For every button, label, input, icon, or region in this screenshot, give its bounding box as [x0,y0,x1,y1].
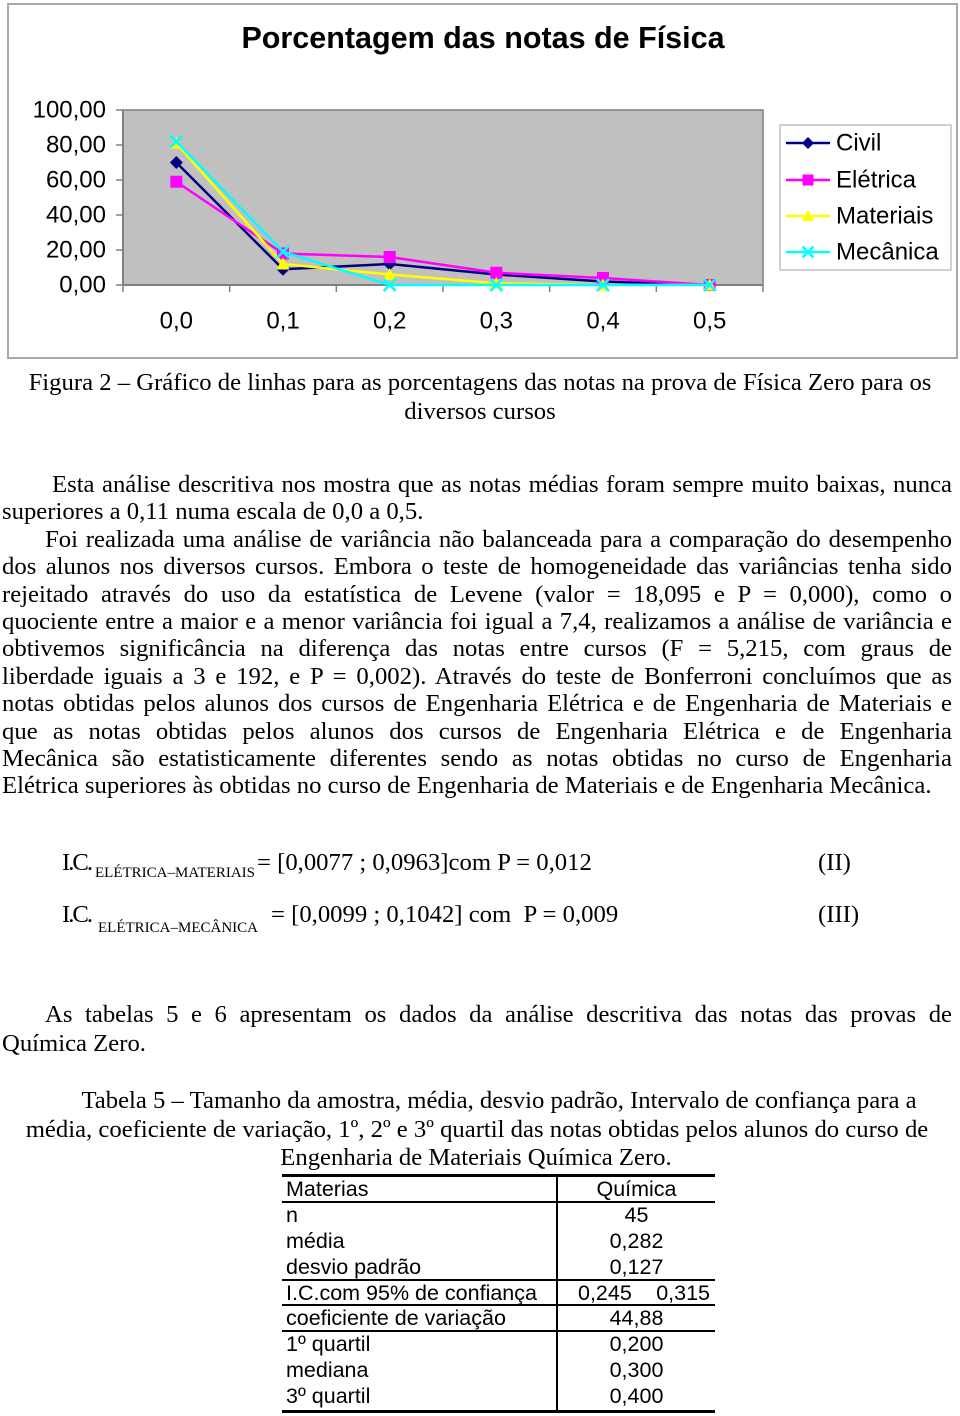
table-row: I.C.com 95% de confiança 0,245 0,315 [282,1280,715,1307]
equation-iii: I.C. ELÉTRICA–MECÂNICA = [0,0099 ; 0,104… [0,901,960,941]
table-cell-value: 0,127 [556,1254,715,1279]
legend-marker-eletrica [802,174,814,186]
paragraph-line: Esta análise descritiva nos mostra que a… [52,471,952,498]
table-header-row: Materias Química [282,1177,715,1203]
y-tick-label: 80,00 [46,132,106,159]
paragraph-line: notas obtidas pelos alunos dos cursos de… [2,690,952,718]
equation-number: (III) [818,901,860,928]
paragraph-line: que as notas obtidas pelos alunos dos cu… [2,717,952,745]
paragraph-line: rejeitado através do uso da estatística … [2,580,952,608]
figure-caption-line: Figura 2 – Gráfico de linhas para as por… [28,369,932,396]
table-row: 1º quartil 0,200 [282,1332,715,1359]
paragraph-line: obtivemos significância na diferença das… [2,635,952,663]
x-tick-label: 0,1 [266,308,299,335]
paragraph-line: Química Zero. [2,1030,146,1057]
legend: Civil Elétrica Materiais Mecânica [779,124,952,271]
tables-paragraph: As tabelas 5 e 6 apresentam os dados da … [2,1000,952,1058]
legend-label: Civil [836,130,881,157]
table-caption-line: média, coeficiente de variação, 1º, 2º e… [25,1115,929,1143]
interval-lower-value: 0,245 [578,1280,632,1305]
table-row-label: n [286,1202,298,1227]
table-cell-value: 0,300 [556,1358,715,1385]
table-cell-value: 0,400 [556,1384,715,1411]
y-tick-label: 60,00 [46,167,106,194]
table-caption-line: Tabela 5 – Tamanho da amostra, média, de… [81,1087,917,1114]
y-tick-label: 100,00 [33,97,106,124]
paragraph-line: Elétrica superiores às obtidas no curso … [2,772,932,800]
interval-upper-value: 0,315 [656,1280,710,1305]
table-caption-line: Engenharia de Materiais Química Zero. [280,1144,672,1171]
table-row-label: coeficiente de variação [286,1306,506,1331]
figure-caption-line: diversos cursos [404,398,556,425]
table-row-label: mediana [286,1358,369,1383]
table-header-cell: Química [556,1177,715,1201]
legend-label: Mecânica [836,239,939,266]
y-tick-label: 40,00 [46,202,106,229]
table-row-label: desvio padrão [286,1254,422,1279]
y-tick-label: 20,00 [46,237,106,264]
chart-title: Porcentagem das notas de Física [241,21,725,55]
paragraph-line: Mecânica são estatisticamente diferentes… [2,744,952,772]
x-tick-label: 0,3 [480,308,513,335]
equation-subscript: ELÉTRICA–MATERIAIS [95,865,255,881]
table-row: média 0,282 [282,1228,715,1255]
paragraph-line: Foi realizada uma análise de variância n… [45,525,952,553]
x-tick-label: 0,5 [693,308,726,335]
table-cell-value: 0,282 [556,1228,715,1255]
table-row: n 45 [282,1202,715,1229]
paragraph-line: dos alunos nos diversos cursos. Embora o… [2,553,952,581]
statistics-table: Materias Química n 45 média 0,282 desvio… [282,1174,715,1414]
table-caption: Tabela 5 – Tamanho da amostra, média, de… [0,1087,960,1173]
equation-number: (II) [818,849,851,876]
table-header-cell: Materias [286,1177,369,1201]
figure-caption: Figura 2 – Gráfico de linhas para as por… [0,368,960,426]
paragraph-line: liberdade iguais a 3 e 192, e P = 0,002)… [2,662,952,690]
x-tick-label: 0,0 [160,308,193,335]
data-point-eletrica [383,251,396,263]
legend-label: Elétrica [836,167,917,194]
paragraph-line: As tabelas 5 e 6 apresentam os dados da … [45,1001,952,1028]
table-row: 3º quartil 0,400 [282,1384,715,1411]
paragraph-line: superiores a 0,11 numa escala de 0,0 a 0… [2,498,424,526]
table-row-label: I.C.com 95% de confiança [286,1280,537,1305]
x-tick-label: 0,4 [586,308,619,335]
data-point-eletrica [170,175,183,188]
table-cell-value: 0,200 [556,1332,715,1359]
table-row: coeficiente de variação 44,88 [282,1306,715,1333]
line-chart: Porcentagem das notas de Física 100,00 80… [33,21,952,335]
equation-expression: = [0,0077 ; 0,0963]com P = 0,012 [257,849,592,876]
table-cell-value: 45 [556,1202,715,1229]
paragraph-line: quociente entre a maior e a menor variân… [2,607,952,635]
x-tick-label: 0,2 [373,308,406,335]
equation-ii: I.C. ELÉTRICA–MATERIAIS = [0,0077 ; 0,09… [0,849,960,889]
y-tick-label: 0,00 [59,272,106,299]
equation-term: I.C. [62,849,93,876]
table-row-label: 1º quartil [286,1332,371,1357]
table-row: mediana 0,300 [282,1358,715,1385]
table-row: desvio padrão 0,127 [282,1254,715,1281]
body-text: Esta análise descritiva nos mostra que a… [2,471,952,800]
legend-label: Materiais [836,203,933,230]
table-cell-interval: 0,245 0,315 [556,1280,715,1305]
table-row-label: 3º quartil [286,1384,371,1409]
table-cell-value: 44,88 [556,1306,715,1330]
equation-expression: = [0,0099 ; 0,1042] com P = 0,009 [271,901,619,928]
plot-area [122,109,764,286]
equation-subscript: ELÉTRICA–MECÂNICA [98,920,258,936]
equation-term: I.C. [62,901,93,928]
table-row-label: média [286,1228,345,1253]
